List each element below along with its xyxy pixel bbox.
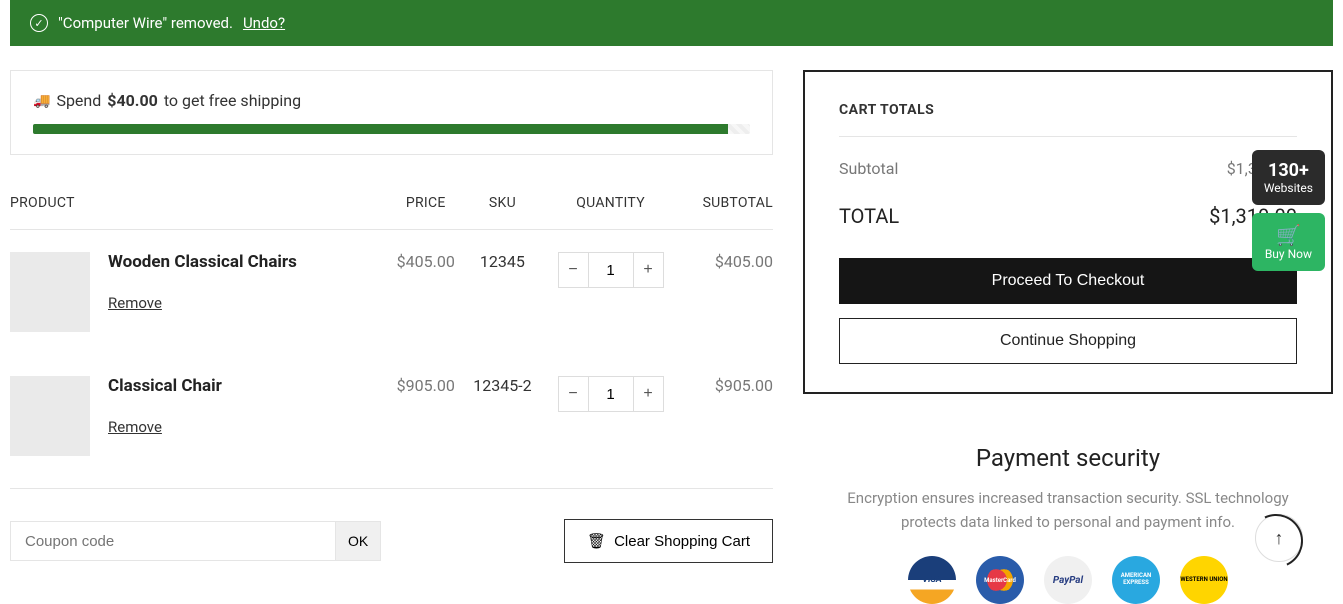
col-product: PRODUCT: [10, 183, 387, 230]
col-quantity: QUANTITY: [541, 183, 680, 230]
payment-title: Payment security: [803, 444, 1333, 472]
removed-notice: ✓ "Computer Wire" removed. Undo?: [10, 0, 1333, 46]
shipping-amount: $40.00: [107, 91, 158, 110]
shipping-prefix: Spend: [56, 91, 101, 110]
qty-minus-button[interactable]: −: [559, 253, 589, 287]
websites-label: Websites: [1264, 181, 1313, 195]
product-name[interactable]: Classical Chair: [108, 376, 222, 396]
table-row: Wooden Classical Chairs Remove $405.00 1…: [10, 230, 773, 355]
continue-shopping-button[interactable]: Continue Shopping: [839, 318, 1297, 364]
websites-count: 130+: [1264, 160, 1313, 181]
cart-table: PRODUCT PRICE SKU QUANTITY SUBTOTAL Wood…: [10, 183, 773, 478]
trash-icon: 🗑: [587, 532, 606, 550]
shipping-progress: [33, 124, 750, 134]
truck-icon: 🚚: [33, 93, 50, 109]
qty-minus-button[interactable]: −: [559, 377, 589, 411]
undo-link[interactable]: Undo?: [243, 14, 285, 32]
clear-cart-button[interactable]: 🗑 Clear Shopping Cart: [564, 519, 773, 563]
product-thumb[interactable]: [10, 376, 90, 456]
col-price: PRICE: [387, 183, 464, 230]
check-icon: ✓: [30, 14, 48, 32]
qty-input[interactable]: [589, 253, 633, 287]
product-sku: 12345-2: [464, 354, 541, 478]
coupon-input[interactable]: [10, 521, 336, 561]
product-sku: 12345: [464, 230, 541, 355]
product-subtotal: $905.00: [680, 354, 773, 478]
western-union-icon: WESTERN UNION: [1180, 556, 1228, 604]
clear-cart-label: Clear Shopping Cart: [614, 533, 750, 550]
coupon-apply-button[interactable]: OK: [336, 521, 381, 561]
remove-link[interactable]: Remove: [108, 418, 162, 436]
totals-title: CART TOTALS: [839, 102, 1297, 137]
product-name[interactable]: Wooden Classical Chairs: [108, 252, 297, 272]
scroll-top-button[interactable]: ↑: [1255, 514, 1303, 562]
col-sku: SKU: [464, 183, 541, 230]
buy-now-button[interactable]: 🛒 Buy Now: [1252, 213, 1325, 271]
quantity-stepper: − +: [558, 252, 664, 288]
product-subtotal: $405.00: [680, 230, 773, 355]
visa-icon: VISA: [908, 556, 956, 604]
product-thumb[interactable]: [10, 252, 90, 332]
shipping-suffix: to get free shipping: [164, 91, 301, 110]
col-subtotal: SUBTOTAL: [680, 183, 773, 230]
total-label: TOTAL: [839, 204, 899, 228]
table-row: Classical Chair Remove $905.00 12345-2 −…: [10, 354, 773, 478]
qty-plus-button[interactable]: +: [633, 253, 663, 287]
remove-link[interactable]: Remove: [108, 294, 162, 312]
product-price: $905.00: [387, 354, 464, 478]
arrow-up-icon: ↑: [1275, 528, 1284, 549]
quantity-stepper: − +: [558, 376, 664, 412]
qty-input[interactable]: [589, 377, 633, 411]
mastercard-icon: [976, 556, 1024, 604]
websites-badge[interactable]: 130+ Websites: [1252, 150, 1325, 205]
product-price: $405.00: [387, 230, 464, 355]
amex-icon: AMERICAN EXPRESS: [1112, 556, 1160, 604]
paypal-icon: PayPal: [1044, 556, 1092, 604]
checkout-button[interactable]: Proceed To Checkout: [839, 258, 1297, 304]
notice-message: "Computer Wire" removed.: [58, 14, 233, 32]
qty-plus-button[interactable]: +: [633, 377, 663, 411]
buy-now-label: Buy Now: [1265, 247, 1312, 261]
subtotal-label: Subtotal: [839, 159, 898, 178]
free-shipping-box: 🚚 Spend $40.00 to get free shipping: [10, 70, 773, 155]
cart-icon: 🛒: [1264, 223, 1313, 247]
shipping-progress-fill: [33, 124, 728, 134]
